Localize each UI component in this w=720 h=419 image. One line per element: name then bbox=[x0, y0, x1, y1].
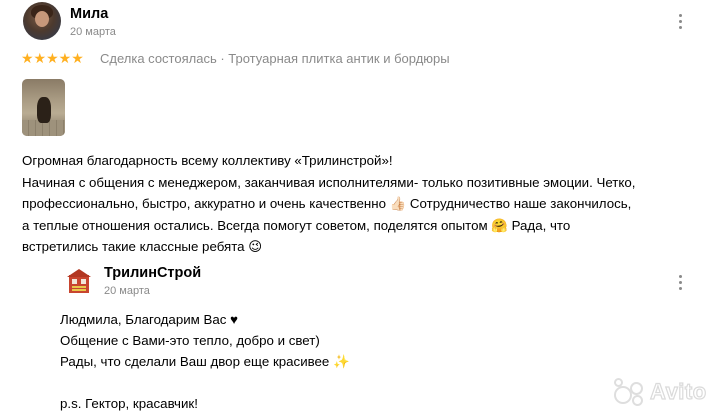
review-text-line: профессионально, быстро, аккуратно и оче… bbox=[22, 196, 632, 211]
review-text-line: Огромная благодарность всему коллективу … bbox=[22, 153, 393, 168]
reply-text-line bbox=[60, 372, 350, 393]
seller-logo bbox=[67, 269, 91, 293]
reply-more-icon[interactable] bbox=[678, 275, 684, 293]
reply-text: Людмила, Благодарим Вас ♥ Общение с Вами… bbox=[60, 309, 350, 414]
reply-text-line: p.s. Гектор, красавчик! bbox=[60, 396, 198, 411]
rating-stars: ★★★★★ bbox=[21, 50, 84, 66]
reply-text-line: Людмила, Благодарим Вас ♥ bbox=[60, 312, 238, 327]
review-text: Огромная благодарность всему коллективу … bbox=[22, 150, 702, 258]
reviewer-avatar bbox=[23, 2, 61, 40]
avito-watermark: Avito bbox=[612, 378, 708, 408]
seller-name[interactable]: ТрилинСтрой bbox=[104, 265, 201, 281]
reply-text-line: Рады, что сделали Ваш двор еще красивее … bbox=[60, 354, 350, 369]
review-text-line: Начиная с общения с менеджером, заканчив… bbox=[22, 174, 636, 190]
review-date: 20 марта bbox=[70, 26, 116, 38]
reply-text-line: Общение с Вами-это тепло, добро и свет) bbox=[60, 333, 320, 348]
review-text-line: а теплые отношения остались. Всегда помо… bbox=[22, 217, 571, 233]
review-more-icon[interactable] bbox=[678, 14, 684, 32]
deal-status: Сделка состоялась · Тротуарная плитка ан… bbox=[100, 51, 450, 66]
reviewer-name[interactable]: Мила bbox=[70, 6, 108, 22]
review-text-line: встретились такие классные ребята 😉 bbox=[22, 239, 263, 254]
review-photo-thumbnail[interactable] bbox=[22, 79, 65, 136]
watermark-text: Avito bbox=[649, 378, 707, 404]
reply-date: 20 марта bbox=[104, 285, 150, 297]
